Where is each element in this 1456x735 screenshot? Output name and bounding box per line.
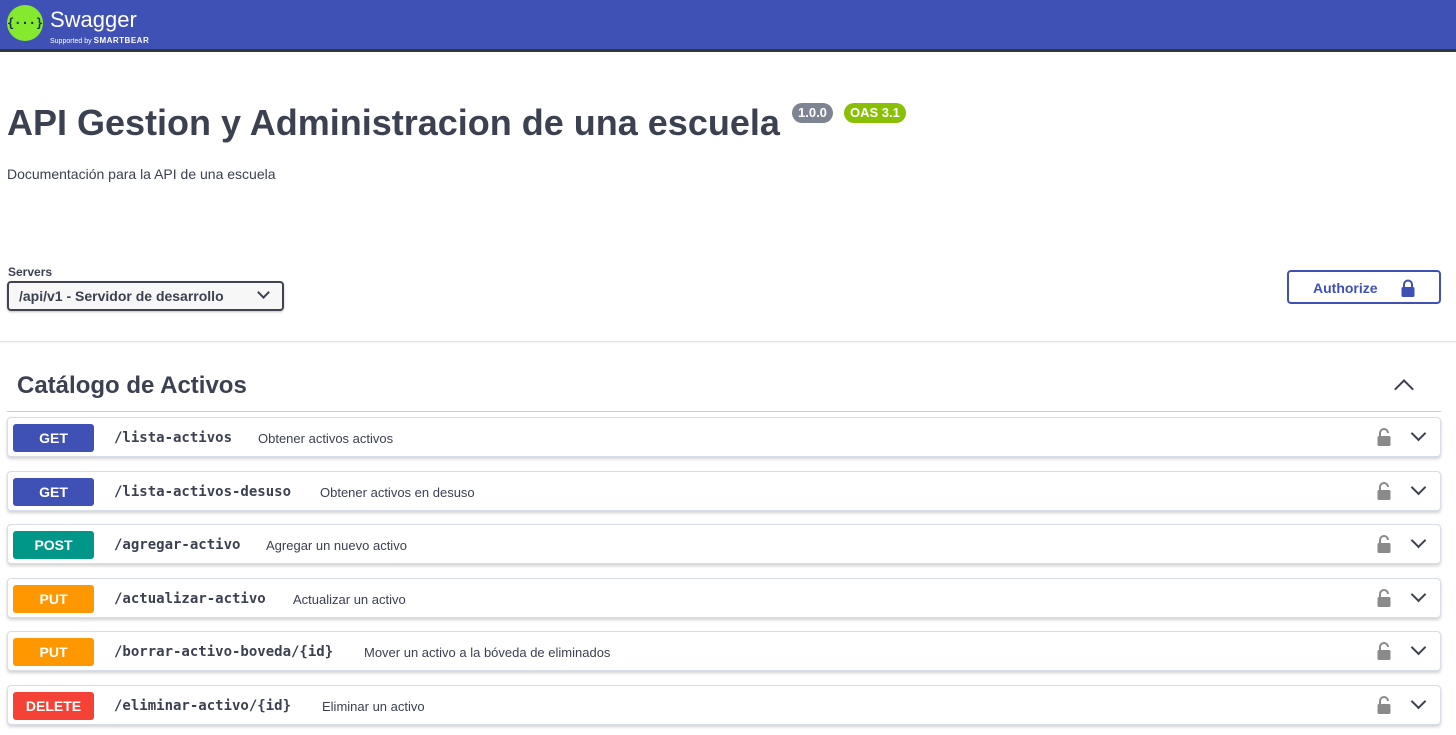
version-badge: 1.0.0 bbox=[792, 103, 833, 123]
api-description: Documentación para la API de una escuela bbox=[7, 166, 276, 182]
method-badge: DELETE bbox=[13, 692, 94, 720]
operation-path: /agregar-activo bbox=[114, 537, 241, 553]
operation-summary: Obtener activos en desuso bbox=[320, 485, 475, 500]
operation-row[interactable]: PUT /actualizar-activo Actualizar un act… bbox=[7, 578, 1441, 618]
swagger-logo-icon[interactable]: {···} bbox=[7, 5, 43, 41]
page-title: API Gestion y Administracion de una escu… bbox=[7, 102, 780, 143]
chevron-down-icon[interactable] bbox=[1410, 586, 1427, 603]
chevron-down-icon[interactable] bbox=[1410, 639, 1427, 656]
lock-icon[interactable] bbox=[1376, 695, 1392, 715]
servers-selected-value: /api/v1 - Servidor de desarrollo bbox=[19, 288, 224, 304]
lock-icon[interactable] bbox=[1376, 481, 1392, 501]
lock-icon[interactable] bbox=[1376, 641, 1392, 661]
tag-divider bbox=[7, 411, 1441, 412]
authorize-label: Authorize bbox=[1313, 280, 1378, 296]
smartbear-text: SMARTBEAR bbox=[93, 36, 150, 45]
lock-icon[interactable] bbox=[1376, 588, 1392, 608]
chevron-down-icon[interactable] bbox=[1410, 479, 1427, 496]
method-badge: PUT bbox=[13, 585, 94, 613]
servers-select[interactable]: /api/v1 - Servidor de desarrollo bbox=[7, 281, 284, 311]
operation-summary: Eliminar un activo bbox=[322, 699, 425, 714]
servers-label: Servers bbox=[8, 265, 53, 279]
chevron-down-icon bbox=[257, 286, 270, 299]
method-badge: GET bbox=[13, 424, 94, 452]
operation-row[interactable]: POST /agregar-activo Agregar un nuevo ac… bbox=[7, 524, 1441, 564]
oas-badge: OAS 3.1 bbox=[844, 103, 906, 123]
operation-row[interactable]: GET /lista-activos Obtener activos activ… bbox=[7, 417, 1441, 457]
operation-path: /eliminar-activo/{id} bbox=[114, 698, 292, 714]
operation-path: /actualizar-activo bbox=[114, 591, 266, 607]
operation-summary: Obtener activos activos bbox=[258, 431, 394, 446]
brand-name[interactable]: Swagger bbox=[50, 8, 137, 32]
chevron-down-icon[interactable] bbox=[1410, 693, 1427, 710]
method-badge: GET bbox=[13, 478, 94, 506]
supported-by-text: Supported by bbox=[50, 38, 92, 45]
lock-icon[interactable] bbox=[1376, 427, 1392, 447]
operation-summary: Actualizar un activo bbox=[293, 592, 406, 607]
operation-path: /lista-activos bbox=[114, 430, 233, 446]
method-badge: POST bbox=[13, 531, 94, 559]
authorize-button[interactable]: Authorize bbox=[1287, 270, 1441, 304]
operation-path: /borrar-activo-boveda/{id} bbox=[114, 644, 334, 660]
operation-row[interactable]: DELETE /eliminar-activo/{id} Eliminar un… bbox=[7, 685, 1441, 725]
operation-row[interactable]: PUT /borrar-activo-boveda/{id} Mover un … bbox=[7, 631, 1441, 671]
operation-summary: Agregar un nuevo activo bbox=[266, 538, 407, 553]
section-divider bbox=[0, 341, 1456, 342]
chevron-down-icon[interactable] bbox=[1410, 532, 1427, 549]
operation-row[interactable]: GET /lista-activos-desuso Obtener activo… bbox=[7, 471, 1441, 511]
operation-summary: Mover un activo a la bóveda de eliminado… bbox=[364, 645, 611, 660]
method-badge: PUT bbox=[13, 638, 94, 666]
lock-icon[interactable] bbox=[1376, 534, 1392, 554]
lock-icon bbox=[1401, 279, 1415, 297]
tag-title[interactable]: Catálogo de Activos bbox=[17, 372, 247, 400]
chevron-down-icon[interactable] bbox=[1410, 425, 1427, 442]
brand-supported-by: Supported by SMARTBEAR bbox=[50, 37, 149, 46]
chevron-up-icon[interactable] bbox=[1394, 379, 1414, 399]
top-bar: {···} Swagger Supported by SMARTBEAR bbox=[0, 0, 1456, 52]
operation-path: /lista-activos-desuso bbox=[114, 484, 292, 500]
